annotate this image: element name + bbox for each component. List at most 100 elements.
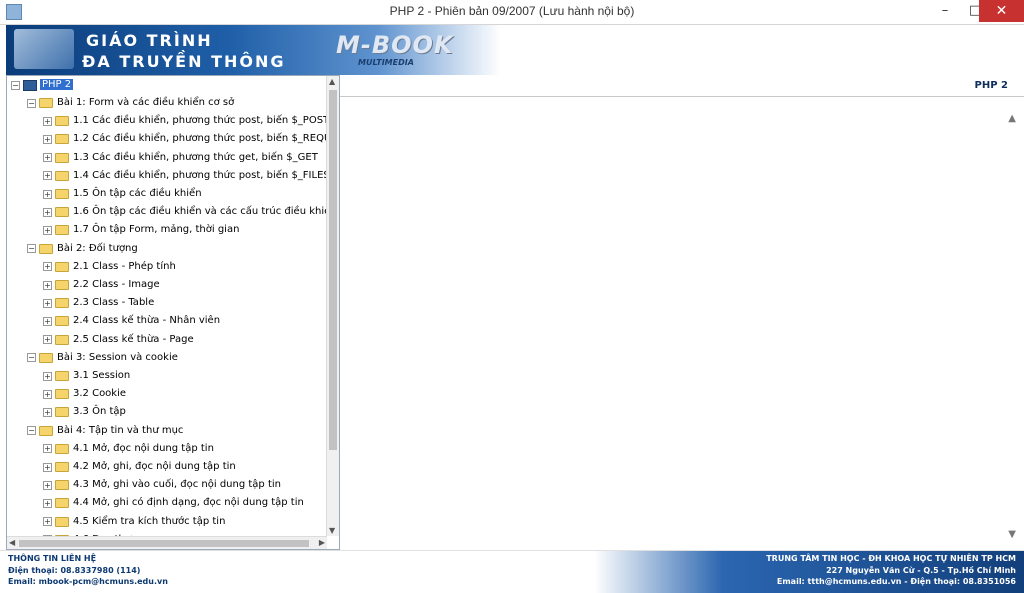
tree-node-label: 1.5 Ôn tập các điều khiển (73, 188, 202, 199)
folder-icon (55, 498, 69, 509)
close-button[interactable]: ✕ (979, 0, 1024, 22)
tree-node-label: 2.5 Class kế thừa - Page (73, 333, 194, 345)
collapse-icon[interactable]: − (27, 98, 36, 108)
folder-icon (55, 207, 69, 218)
tree-node-label: 2.2 Class - Image (73, 279, 160, 290)
content-scroll-up-icon[interactable]: ▲ (1008, 113, 1016, 124)
contact-heading: THÔNG TIN LIÊN HỆ (8, 554, 97, 563)
expand-icon[interactable]: + (43, 462, 52, 472)
scroll-up-arrow-icon[interactable]: ▲ (329, 77, 335, 86)
tree-topic[interactable]: +1.2 Các điều khiển, phương thức post, b… (43, 131, 327, 147)
folder-icon (39, 352, 53, 363)
tree-topic[interactable]: +1.5 Ôn tập các điều khiển (43, 186, 202, 202)
expand-icon[interactable]: + (43, 298, 52, 308)
org-address: 227 Nguyễn Văn Cừ - Q.5 - Tp.Hồ Chí Minh (826, 565, 1016, 575)
expand-icon[interactable]: + (43, 480, 52, 490)
tree-horizontal-scroll-thumb[interactable] (19, 540, 309, 547)
tree-node-label: 3.2 Cookie (73, 388, 127, 400)
tree-topic[interactable]: +4.4 Mở, ghi có định dạng, đọc nội dung … (43, 495, 304, 511)
expand-icon[interactable]: + (43, 280, 52, 290)
content-header: PHP 2 (340, 76, 1024, 97)
expand-icon[interactable]: + (43, 389, 52, 399)
org-name: TRUNG TÂM TIN HỌC - ĐH KHOA HỌC TỰ NHIÊN… (766, 554, 1016, 563)
expand-icon[interactable]: + (43, 517, 52, 527)
collapse-icon[interactable]: − (27, 426, 36, 436)
expand-icon[interactable]: + (43, 153, 52, 163)
tree-root[interactable]: − PHP 2 (11, 77, 74, 93)
org-info: TRUNG TÂM TIN HỌC - ĐH KHOA HỌC TỰ NHIÊN… (766, 553, 1016, 588)
tree-node-label: 4.1 Mở, đọc nội dung tập tin (73, 442, 214, 454)
tree-topic[interactable]: +2.4 Class kế thừa - Nhân viên (43, 313, 220, 329)
tree-topic[interactable]: +2.2 Class - Image (43, 277, 160, 293)
tree-topic[interactable]: +1.6 Ôn tập các điều khiển và các cấu tr… (43, 204, 327, 220)
folder-icon (55, 371, 69, 381)
tree-topic[interactable]: +3.3 Ôn tập (43, 404, 126, 420)
tree-vertical-scroll-thumb[interactable] (329, 90, 337, 450)
tree-node-label: 3.3 Ôn tập (73, 406, 126, 418)
tree-node-label: 1.6 Ôn tập các điều khiển và các cấu trú… (73, 206, 327, 218)
expand-icon[interactable]: + (43, 171, 52, 181)
folder-icon (55, 261, 69, 272)
banner-title-line1: GIÁO TRÌNH (86, 31, 213, 50)
tree-lesson[interactable]: − Bài 4: Tập tin và thư mục (27, 423, 183, 439)
collapse-icon[interactable]: − (11, 80, 20, 90)
tree-vertical-scrollbar[interactable]: ▲ ▼ (326, 76, 339, 536)
tree-topic[interactable]: +1.1 Các điều khiển, phương thức post, b… (43, 113, 327, 129)
tree-topic[interactable]: +2.1 Class - Phép tính (43, 259, 176, 275)
expand-icon[interactable]: + (43, 371, 52, 381)
tree-topic[interactable]: +4.3 Mở, ghi vào cuối, đọc nội dung tập … (43, 477, 281, 493)
folder-icon (39, 243, 53, 254)
folder-icon (55, 516, 69, 527)
tree-lesson[interactable]: − Bài 3: Session và cookie (27, 350, 178, 366)
expand-icon[interactable]: + (43, 134, 52, 144)
expand-icon[interactable]: + (43, 225, 52, 235)
tree-topic[interactable]: +4.1 Mở, đọc nội dung tập tin (43, 441, 214, 457)
tree-horizontal-scrollbar[interactable]: ◀ ▶ (7, 536, 327, 549)
expand-icon[interactable]: + (43, 207, 52, 217)
collapse-icon[interactable]: − (27, 353, 36, 363)
tree-topic[interactable]: +3.2 Cookie (43, 386, 126, 402)
org-contact: Email: ttth@hcmuns.edu.vn - Điện thoại: … (776, 577, 1016, 586)
tree-node-label: 1.2 Các điều khiển, phương thức post, bi… (73, 133, 327, 145)
expand-icon[interactable]: + (43, 262, 52, 272)
tree-topic[interactable]: +4.5 Kiểm tra kích thước tập tin (43, 514, 225, 530)
folder-icon (55, 170, 69, 181)
footer: THÔNG TIN LIÊN HỆ Điện thoại: 08.8337980… (0, 550, 1024, 593)
folder-icon (55, 280, 69, 290)
lesson-tree[interactable]: − PHP 2 − Bài 1: Form và các điều khiển cơ… (6, 75, 340, 550)
tree-topic[interactable]: +1.7 Ôn tập Form, mảng, thời gian (43, 222, 239, 238)
expand-icon[interactable]: + (43, 498, 52, 508)
minimize-button[interactable]: – (930, 0, 960, 22)
content-scroll-down-icon[interactable]: ▼ (1008, 529, 1016, 540)
tree-lesson[interactable]: − Bài 2: Đối tượng (27, 241, 138, 257)
scroll-left-arrow-icon[interactable]: ◀ (9, 538, 15, 547)
book-icon (23, 79, 37, 91)
expand-icon[interactable]: + (43, 335, 52, 345)
tree-topic[interactable]: +2.3 Class - Table (43, 295, 154, 311)
tree-topic[interactable]: +1.3 Các điều khiển, phương thức get, bi… (43, 150, 318, 166)
tree-topic[interactable]: +4.2 Mở, ghi, đọc nội dung tập tin (43, 459, 236, 475)
folder-icon (55, 389, 69, 400)
expand-icon[interactable]: + (43, 407, 52, 417)
monitor-icon (14, 29, 74, 69)
collapse-icon[interactable]: − (27, 244, 36, 254)
folder-icon (55, 116, 69, 127)
scroll-down-arrow-icon[interactable]: ▼ (329, 526, 335, 535)
tree-node-label: 4.5 Kiểm tra kích thước tập tin (73, 515, 226, 527)
tree-node-label: Bài 1: Form và các điều khiển cơ sở (57, 97, 235, 108)
tree-topic[interactable]: +3.1 Session (43, 368, 130, 384)
tree-topic[interactable]: +2.5 Class kế thừa - Page (43, 332, 194, 348)
expand-icon[interactable]: + (43, 444, 52, 454)
expand-icon[interactable]: + (43, 316, 52, 326)
expand-icon[interactable]: + (43, 189, 52, 199)
tree-node-label: 4.3 Mở, ghi vào cuối, đọc nội dung tập t… (73, 479, 281, 491)
content-pane[interactable]: ▲ ▼ (340, 97, 1024, 550)
tree-topic[interactable]: +1.4 Các điều khiển, phương thức post, b… (43, 168, 327, 184)
tree-node-label: 1.3 Các điều khiển, phương thức get, biế… (73, 151, 318, 163)
expand-icon[interactable]: + (43, 116, 52, 126)
tree-lesson[interactable]: − Bài 1: Form và các điều khiển cơ sở (27, 95, 234, 111)
tree-node-label: 3.1 Session (73, 370, 131, 381)
tree-root-label: PHP 2 (40, 79, 74, 90)
tree-node-label: 1.4 Các điều khiển, phương thức post, bi… (73, 169, 327, 181)
scroll-right-arrow-icon[interactable]: ▶ (319, 538, 325, 547)
